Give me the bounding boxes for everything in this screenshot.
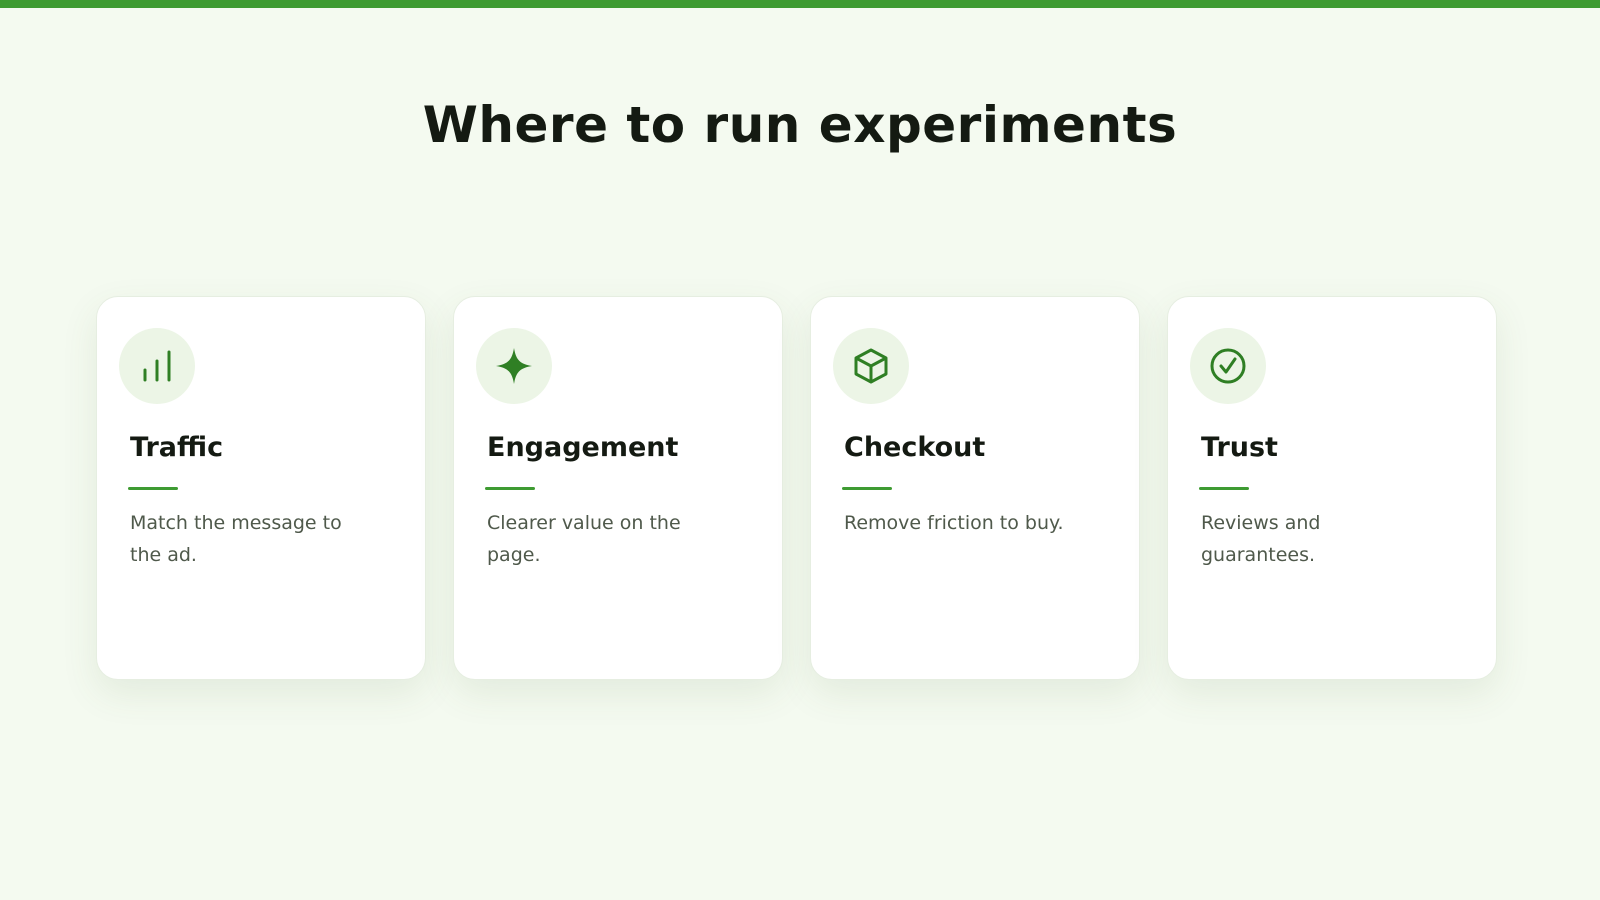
icon-badge — [1190, 328, 1266, 404]
card-description: Match the message to the ad. — [130, 512, 342, 566]
card-description: Reviews and guarantees. — [1201, 512, 1321, 566]
card-engagement: Engagement Clearer value on the page. — [453, 296, 783, 680]
card-divider — [128, 487, 178, 490]
bar-chart-icon — [143, 350, 171, 382]
card-description: Clearer value on the page. — [487, 512, 681, 566]
card-list: Traffic Match the message to the ad. Eng… — [96, 296, 1497, 680]
page-title: Where to run experiments — [422, 96, 1178, 154]
sparkle-icon — [496, 348, 532, 384]
card-title: Checkout — [844, 432, 986, 463]
card-divider — [1199, 487, 1249, 490]
card-description: Remove friction to buy. — [844, 512, 1064, 534]
box-icon — [854, 348, 888, 384]
top-accent-bar — [0, 0, 1600, 8]
card-divider — [485, 487, 535, 490]
icon-badge — [119, 328, 195, 404]
card-traffic: Traffic Match the message to the ad. — [96, 296, 426, 680]
check-circle-icon — [1210, 348, 1246, 384]
card-title: Trust — [1201, 432, 1278, 463]
card-checkout: Checkout Remove friction to buy. — [810, 296, 1140, 680]
icon-badge — [833, 328, 909, 404]
card-title: Traffic — [130, 432, 224, 463]
card-divider — [842, 487, 892, 490]
card-title: Engagement — [487, 432, 679, 463]
card-trust: Trust Reviews and guarantees. — [1167, 296, 1497, 680]
icon-badge — [476, 328, 552, 404]
